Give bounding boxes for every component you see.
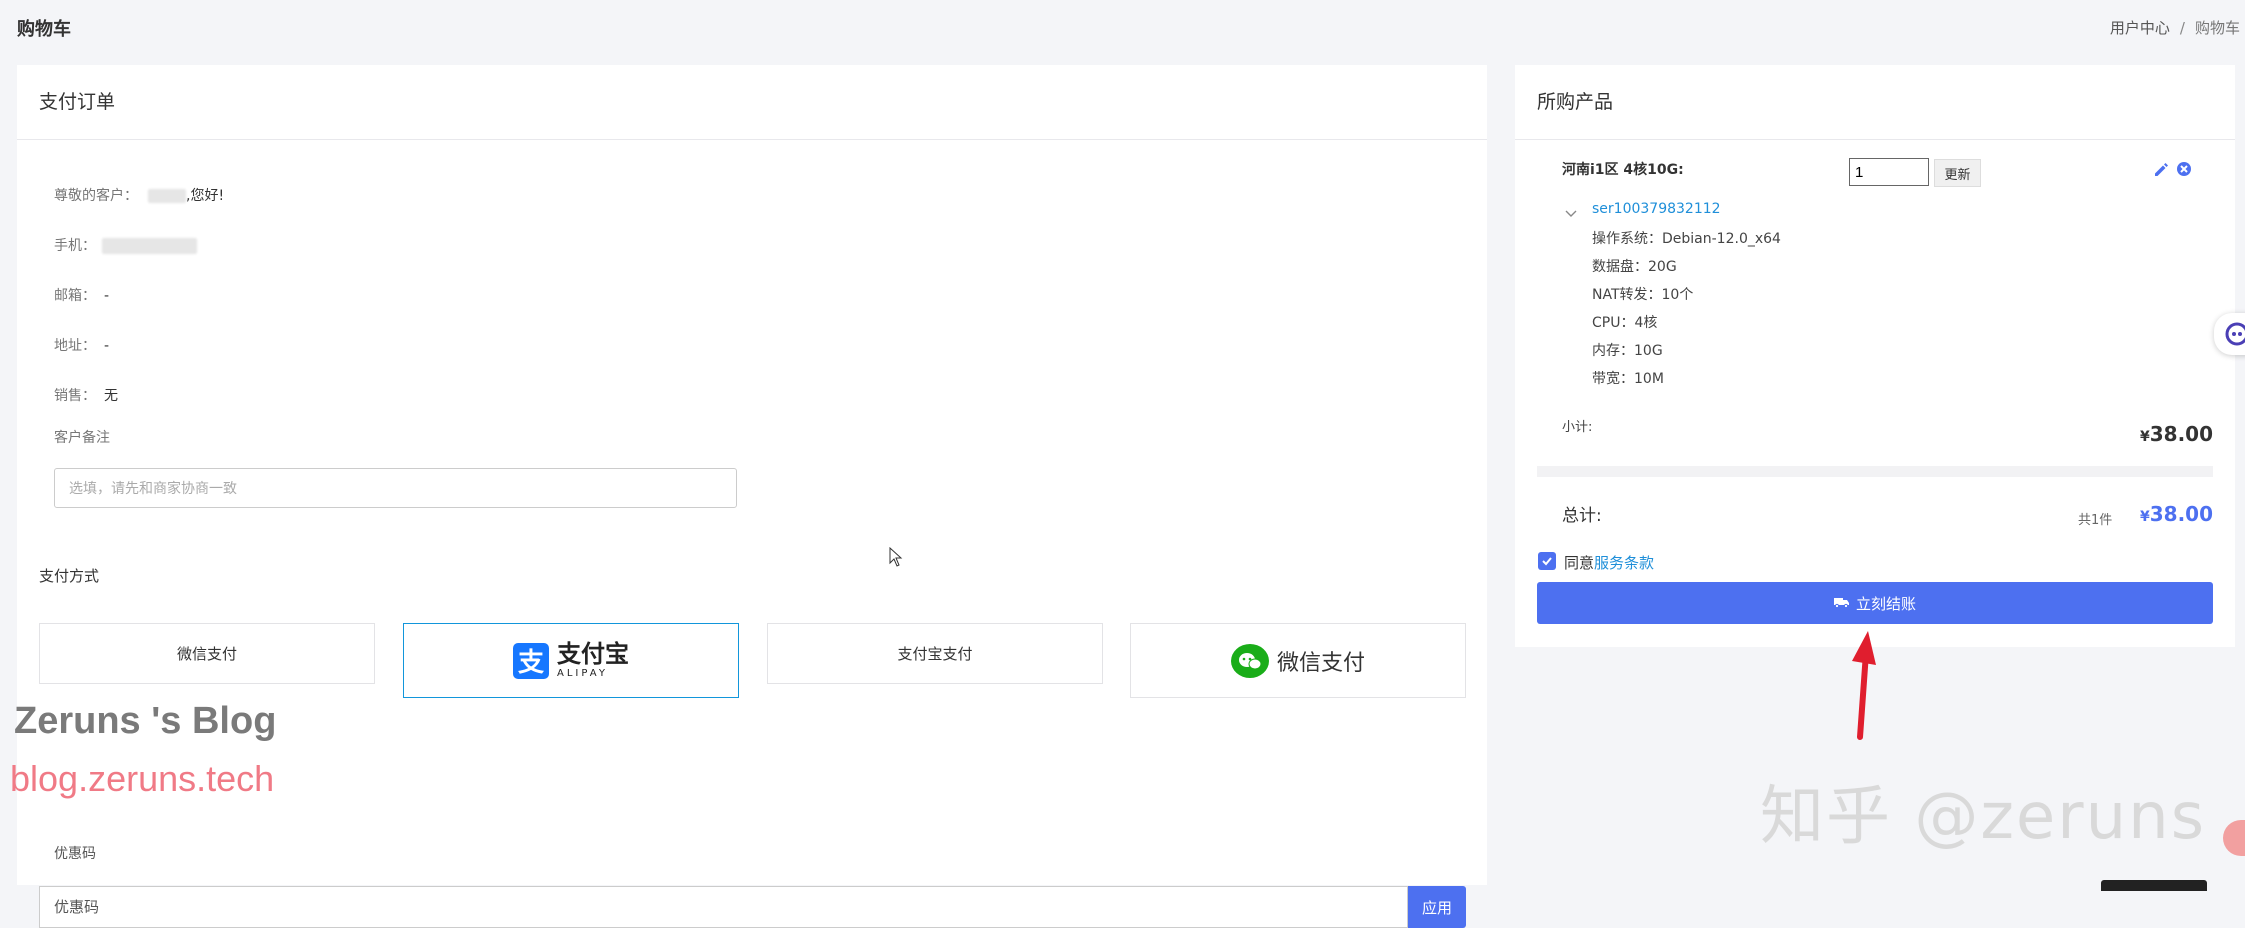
mouse-cursor-icon xyxy=(889,547,903,567)
product-name: 河南i1区 4核10G: xyxy=(1562,162,1684,178)
customer-note-input[interactable] xyxy=(54,468,737,508)
pencil-icon[interactable] xyxy=(2152,160,2170,178)
subtotal-value: ¥38.00 xyxy=(2140,422,2213,446)
greeting-row: 尊敬的客户： ,您好! xyxy=(54,185,224,205)
purchased-products-card: 所购产品 河南i1区 4核10G: 更新 ser100379832112 操作系… xyxy=(1515,65,2235,647)
purchased-products-header: 所购产品 xyxy=(1515,65,2235,140)
wechat-logo: 微信支付 xyxy=(1230,643,1365,678)
payment-method-label: 支付方式 xyxy=(39,567,100,585)
breadcrumb-current: 购物车 xyxy=(2194,19,2240,37)
alipay-logo: 支 支付宝 ALIPAY xyxy=(513,642,629,679)
customer-name-redacted xyxy=(148,189,186,203)
coupon-group: 应用 xyxy=(39,886,1466,928)
payment-order-header: 支付订单 xyxy=(17,65,1487,140)
email-row: 邮箱： - xyxy=(54,285,109,305)
greeting-suffix: ,您好! xyxy=(186,188,225,204)
greeting-label: 尊敬的客户： xyxy=(54,188,138,204)
sales-label: 销售： xyxy=(54,388,96,404)
terms-of-service-link[interactable]: 服务条款 xyxy=(1594,554,1654,572)
remove-circle-icon[interactable] xyxy=(2175,160,2193,178)
pay-option-alipay-label: 支付宝支付 xyxy=(897,645,973,663)
spec-disk: 数据盘：20G xyxy=(1592,259,1677,275)
subtotal-amount: 38.00 xyxy=(2149,422,2213,446)
blog-name-watermark: Zeruns 's Blog xyxy=(14,700,277,742)
spec-bandwidth: 带宽：10M xyxy=(1592,371,1664,387)
chat-widget-icon[interactable] xyxy=(2214,313,2245,355)
pay-option-alipay-logo[interactable]: 支 支付宝 ALIPAY xyxy=(403,623,739,698)
phone-row: 手机： xyxy=(54,235,197,255)
address-label: 地址： xyxy=(54,338,96,354)
coupon-input[interactable] xyxy=(39,886,1408,928)
spec-cpu: CPU：4核 xyxy=(1592,315,1658,331)
address-row: 地址： - xyxy=(54,335,109,355)
blog-url-watermark: blog.zeruns.tech xyxy=(10,758,275,799)
breadcrumb-user-center[interactable]: 用户中心 xyxy=(2110,19,2170,37)
email-value: - xyxy=(104,288,110,304)
checkout-label: 立刻结账 xyxy=(1855,595,1916,613)
wechat-logo-text: 微信支付 xyxy=(1276,650,1365,676)
agree-prefix: 同意 xyxy=(1564,554,1595,572)
pay-option-alipay-text[interactable]: 支付宝支付 xyxy=(767,623,1103,684)
sales-value: 无 xyxy=(104,388,118,404)
total-item-count: 共1件 xyxy=(2078,513,2113,528)
wechat-icon xyxy=(1230,643,1269,678)
annotation-arrow-icon xyxy=(1852,631,1876,740)
spec-os: 操作系统：Debian-12.0_x64 xyxy=(1592,231,1781,247)
subtotal-currency: ¥ xyxy=(2139,429,2150,445)
floating-service-icon[interactable] xyxy=(2223,820,2245,856)
pay-option-wechat-text[interactable]: 微信支付 xyxy=(39,623,375,684)
checkout-button[interactable]: 立刻结账 xyxy=(1537,582,2213,624)
coupon-label: 优惠码 xyxy=(54,846,96,862)
zhihu-watermark: 知乎 @zeruns xyxy=(1760,780,2207,854)
breadcrumb: 用户中心 / 购物车 xyxy=(2110,17,2240,38)
subtotal-label: 小计: xyxy=(1562,420,1593,435)
total-currency: ¥ xyxy=(2139,509,2150,525)
breadcrumb-separator: / xyxy=(2179,19,2185,37)
sales-row: 销售： 无 xyxy=(54,385,118,405)
truck-icon xyxy=(1833,595,1850,612)
pay-option-wechat-label: 微信支付 xyxy=(176,645,237,663)
phone-label: 手机： xyxy=(54,238,96,254)
total-amount: 38.00 xyxy=(2149,502,2213,526)
section-divider xyxy=(1537,466,2213,477)
alipay-logo-en: ALIPAY xyxy=(557,668,608,679)
alipay-icon: 支 xyxy=(513,642,549,679)
update-quantity-button[interactable]: 更新 xyxy=(1934,159,1981,187)
chevron-down-icon[interactable] xyxy=(1564,205,1578,219)
customer-note-label: 客户备注 xyxy=(54,430,110,446)
agree-terms-text: 同意服务条款 xyxy=(1564,552,1654,573)
quantity-input[interactable] xyxy=(1849,158,1929,186)
agree-terms-checkbox[interactable] xyxy=(1538,552,1556,570)
alipay-logo-cn: 支付宝 xyxy=(557,640,629,668)
apply-coupon-button[interactable]: 应用 xyxy=(1408,886,1466,928)
spec-nat: NAT转发：10个 xyxy=(1592,287,1694,303)
server-id-link[interactable]: ser100379832112 xyxy=(1592,201,1721,217)
spec-memory: 内存：10G xyxy=(1592,343,1663,359)
address-value: - xyxy=(104,338,110,354)
total-label: 总计: xyxy=(1562,506,1602,526)
page-title: 购物车 xyxy=(17,19,71,40)
pay-option-wechat-logo[interactable]: 微信支付 xyxy=(1130,623,1466,698)
phone-redacted xyxy=(102,238,197,254)
bottom-floating-tab[interactable] xyxy=(2101,880,2207,891)
total-value: ¥38.00 xyxy=(2140,502,2213,526)
email-label: 邮箱： xyxy=(54,288,96,304)
